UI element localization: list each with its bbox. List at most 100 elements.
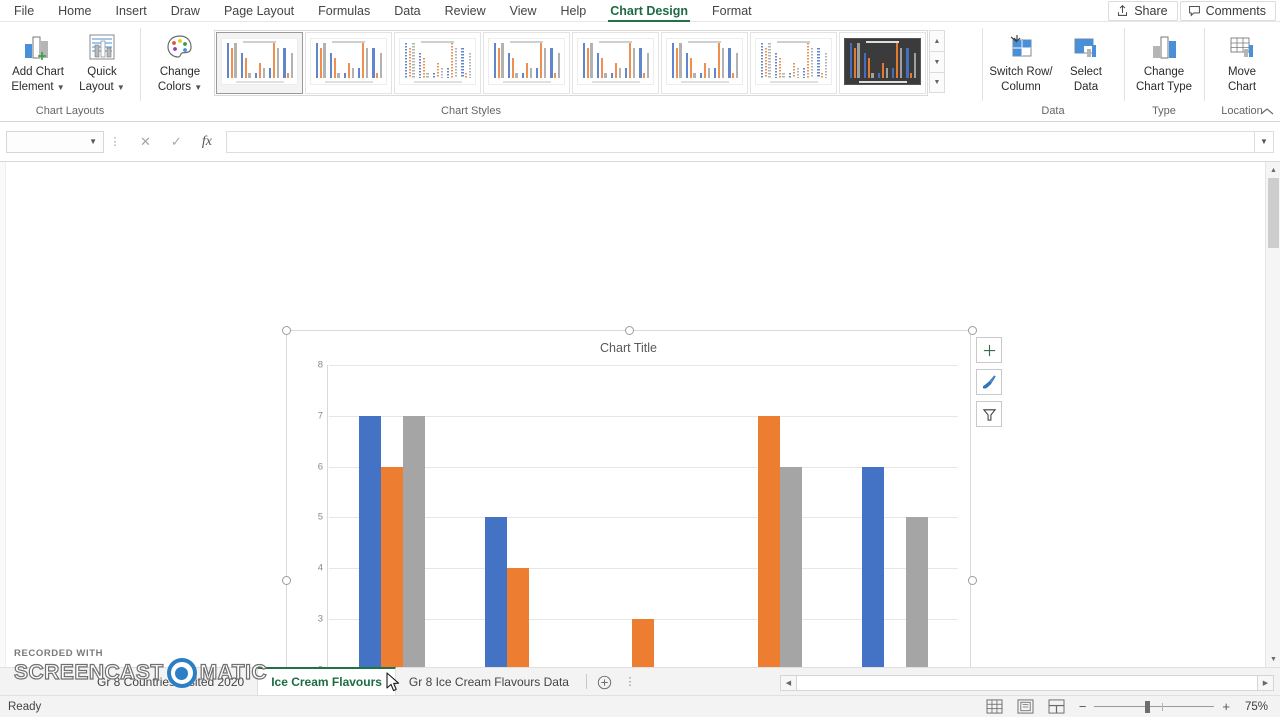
chart-style-preview [488, 38, 565, 85]
chart-style-thumbnail[interactable] [750, 32, 837, 94]
zoom-slider[interactable] [1094, 700, 1214, 714]
page-break-view-icon[interactable] [1048, 699, 1065, 714]
formula-input[interactable] [226, 131, 1254, 153]
name-box[interactable]: ▼ [6, 131, 104, 153]
zoom-slider-knob[interactable] [1145, 701, 1150, 713]
quick-layout-button[interactable]: Quick Layout ▼ [70, 27, 134, 94]
add-chart-element-label-1: Add Chart [12, 66, 64, 79]
chart-handle-ne[interactable] [968, 326, 977, 335]
expand-formula-bar-button[interactable]: ▼ [1254, 131, 1274, 153]
select-data-icon [1070, 30, 1102, 64]
ribbon-tab-format[interactable]: Format [700, 0, 764, 22]
switch-row-column-button[interactable]: Switch Row/ Column [988, 27, 1054, 94]
sheet-tab-countries-visited[interactable]: Gr 8 Countries Visited 2020 [84, 669, 257, 695]
quick-layout-icon [87, 30, 117, 64]
move-chart-button[interactable]: Move Chart [1210, 27, 1274, 94]
ribbon-tab-chart-design[interactable]: Chart Design [598, 0, 700, 22]
sheet-tab-ice-cream-flavours-data[interactable]: Gr 8 Ice Cream Flavours Data [396, 669, 582, 695]
chart-title[interactable]: Chart Title [287, 341, 970, 355]
ribbon-tab-insert[interactable]: Insert [104, 0, 159, 22]
vertical-scrollbar[interactable]: ▲ ▼ [1265, 162, 1280, 667]
chart-bar[interactable] [359, 416, 381, 667]
zoom-level-value[interactable]: 75% [1238, 701, 1268, 713]
share-label: Share [1134, 4, 1167, 18]
gallery-more-button[interactable]: ▼ [929, 72, 945, 93]
chart-style-preview [310, 38, 387, 85]
chart-style-thumbnail[interactable] [572, 32, 659, 94]
chart-y-tick: 3 [318, 613, 323, 624]
hscroll-left-button[interactable]: ◀ [780, 675, 797, 691]
formula-bar-buttons: ✕ ✓ fx [126, 134, 226, 150]
gallery-scroll-down-button[interactable]: ▼ [929, 51, 945, 72]
chart-bar[interactable] [758, 416, 780, 667]
comments-button[interactable]: Comments [1180, 1, 1276, 21]
page-layout-view-icon[interactable] [1017, 699, 1034, 714]
collapse-ribbon-button[interactable] [1260, 105, 1274, 119]
chart-style-thumbnail[interactable] [305, 32, 392, 94]
normal-view-icon[interactable] [986, 699, 1003, 714]
ribbon-tab-page-layout[interactable]: Page Layout [212, 0, 306, 22]
chart-bar[interactable] [403, 416, 425, 667]
chart-bar[interactable] [381, 467, 403, 668]
chart-category-group [832, 365, 958, 667]
hscroll-track[interactable] [797, 675, 1257, 691]
ribbon-tab-review[interactable]: Review [433, 0, 498, 22]
chart-bar[interactable] [862, 467, 884, 668]
add-chart-element-label-2: Element ▼ [11, 81, 64, 94]
chart-style-thumbnail[interactable] [483, 32, 570, 94]
vertical-scroll-thumb[interactable] [1268, 178, 1279, 248]
chart-style-preview [755, 38, 832, 85]
chart-filters-button[interactable] [976, 401, 1002, 427]
chart-bar[interactable] [507, 568, 529, 667]
change-colors-button[interactable]: Change Colors ▼ [146, 27, 214, 94]
zoom-control: − + 75% [1079, 699, 1268, 714]
add-chart-element-button[interactable]: Add Chart Element ▼ [6, 27, 70, 94]
add-sheet-button[interactable] [591, 669, 619, 695]
chart-handle-nw[interactable] [282, 326, 291, 335]
chart-style-thumbnail[interactable] [394, 32, 481, 94]
chart-elements-button[interactable] [976, 337, 1002, 363]
zoom-in-button[interactable]: + [1222, 699, 1230, 714]
chart-bar[interactable] [632, 619, 654, 667]
chart-handle-e[interactable] [968, 576, 977, 585]
status-bar: Ready − + 75% [0, 695, 1280, 717]
horizontal-scrollbar[interactable]: ◀ ▶ [780, 674, 1274, 692]
sheet-overflow-button[interactable]: ⋮ [619, 669, 641, 695]
ribbon-tab-view[interactable]: View [498, 0, 549, 22]
share-button[interactable]: Share [1108, 1, 1177, 21]
gallery-scroll-up-button[interactable]: ▲ [929, 30, 945, 51]
chart-style-thumbnail[interactable] [839, 32, 926, 94]
chart-bar[interactable] [906, 517, 928, 667]
ribbon-tab-formulas[interactable]: Formulas [306, 0, 382, 22]
chevron-down-icon: ▼ [57, 83, 65, 92]
chart-handle-w[interactable] [282, 576, 291, 585]
scroll-down-button[interactable]: ▼ [1266, 651, 1280, 667]
chart-style-thumbnail[interactable] [216, 32, 303, 94]
confirm-icon[interactable]: ✓ [171, 134, 182, 150]
chart-style-thumbnail[interactable] [661, 32, 748, 94]
ribbon-tab-home[interactable]: Home [46, 0, 103, 22]
select-data-button[interactable]: Select Data [1054, 27, 1118, 94]
cancel-icon[interactable]: ✕ [140, 134, 151, 150]
gallery-scroll-buttons: ▲ ▼ ▼ [929, 30, 945, 93]
ribbon-tab-file[interactable]: File [0, 0, 46, 22]
chart-object[interactable]: Chart Title 876543210 ChocolateVanillaMi… [286, 330, 971, 667]
chart-bar[interactable] [780, 467, 802, 668]
move-chart-label-2: Chart [1228, 81, 1256, 94]
change-chart-type-button[interactable]: Change Chart Type [1130, 27, 1198, 94]
chart-styles-button[interactable] [976, 369, 1002, 395]
chart-bar[interactable] [485, 517, 507, 667]
scroll-up-button[interactable]: ▲ [1266, 162, 1280, 178]
zoom-out-button[interactable]: − [1079, 699, 1087, 714]
switch-row-column-icon [1005, 30, 1037, 64]
fx-icon[interactable]: fx [202, 134, 212, 150]
mouse-cursor [386, 672, 402, 694]
chart-handle-n[interactable] [625, 326, 634, 335]
ribbon-tab-data[interactable]: Data [382, 0, 432, 22]
ribbon-tab-draw[interactable]: Draw [159, 0, 212, 22]
hscroll-right-button[interactable]: ▶ [1257, 675, 1274, 691]
sheet-tab-ice-cream-flavours[interactable]: Ice Cream Flavours [257, 667, 396, 695]
chart-side-buttons [976, 337, 1002, 427]
chart-styles-gallery[interactable] [214, 30, 928, 96]
ribbon-tab-help[interactable]: Help [549, 0, 599, 22]
